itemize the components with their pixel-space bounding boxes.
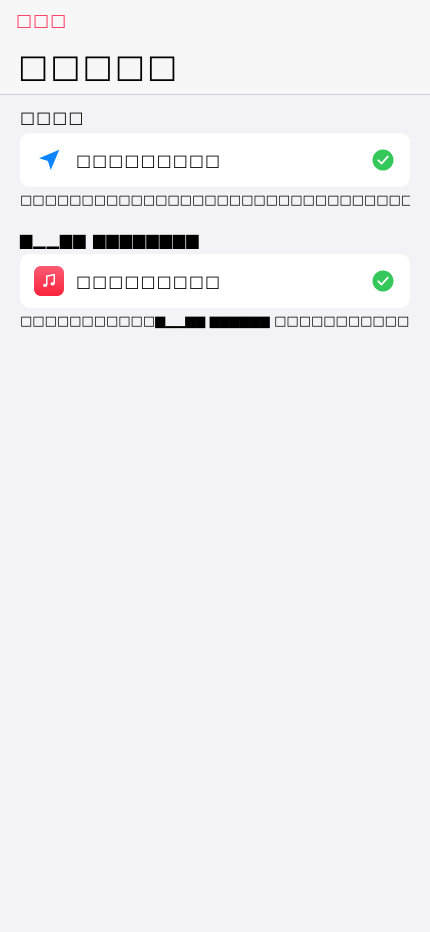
checkmark-icon <box>372 270 394 292</box>
music-note-icon <box>34 266 64 296</box>
music-app-icon <box>34 266 64 296</box>
music-row[interactable]: □□□□□□□□□ <box>20 254 410 308</box>
location-arrow-icon <box>34 145 64 175</box>
music-row-label: □□□□□□□□□ <box>76 271 222 291</box>
back-button-label: □□□ <box>16 11 68 31</box>
location-row-label: □□□□□□□□□ <box>76 150 222 170</box>
location-footnote: □□□□□□□□□□□□□□□□□□□□□□□□□□□□□□□□□□□□□□□□… <box>20 193 410 208</box>
section-header-location: □□□□ <box>20 108 85 127</box>
section-header-music: ▆▁▁▆▆ ▆▆▆▆▆▆▆▆ <box>20 230 200 249</box>
location-row[interactable]: □□□□□□□□□ <box>20 133 410 187</box>
page-title: □□□□□ <box>18 47 180 85</box>
checkmark-icon <box>372 149 394 171</box>
back-button[interactable]: □□□ <box>16 9 67 33</box>
music-footnote: □□□□□□□□□□□▆▁▁▆▆ ▆▆▆▆▆▆ □□□□□□□□□□□□□□□□… <box>20 314 410 329</box>
navigation-bar: □□□ □□□□□ <box>0 0 430 95</box>
